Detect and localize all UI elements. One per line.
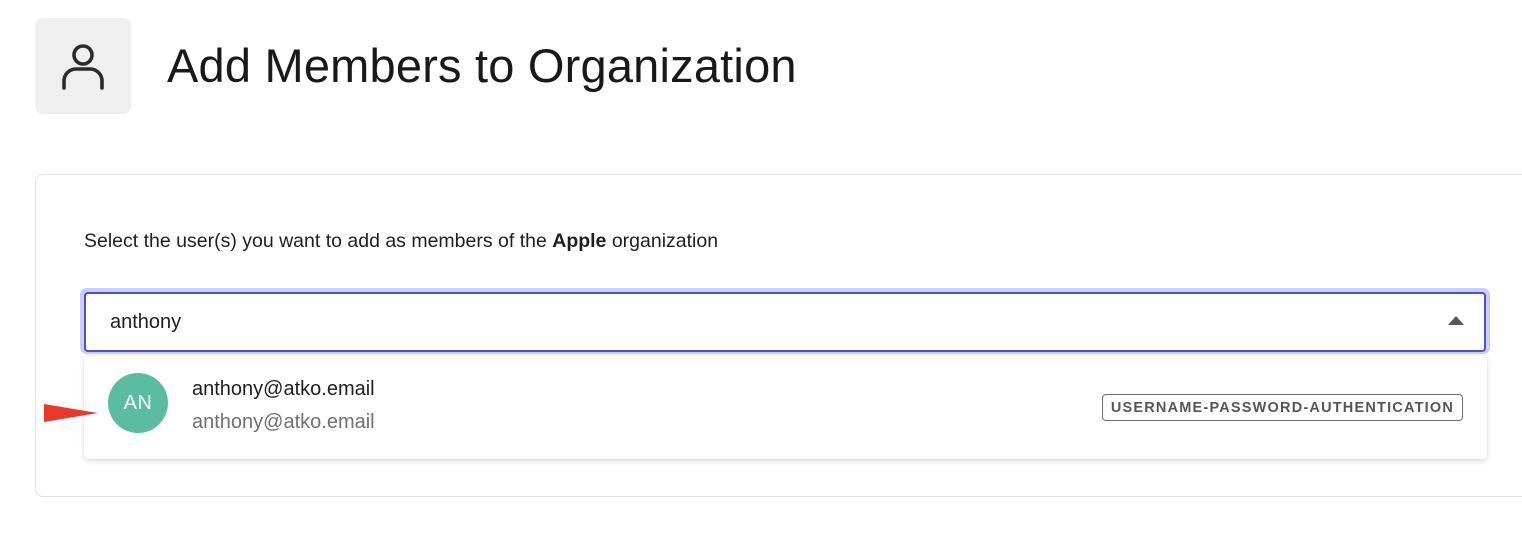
user-email: anthony@atko.email [192,411,375,433]
search-results-dropdown: AN anthony@atko.email anthony@atko.email… [84,356,1487,459]
header-icon-box [35,18,131,114]
instruction-text: Select the user(s) you want to add as me… [84,229,718,253]
user-search-combobox[interactable] [84,292,1486,352]
page: Add Members to Organization Select the u… [0,0,1522,550]
connection-badge: USERNAME-PASSWORD-AUTHENTICATION [1101,394,1463,421]
organization-name: Apple [552,230,607,252]
instruction-prefix: Select the user(s) you want to add as me… [84,230,553,252]
instruction-suffix: organization [606,230,719,252]
caret-up-icon[interactable] [1448,316,1464,325]
user-search-input[interactable] [110,308,1410,336]
pointer-arrow-icon [44,404,98,422]
user-option-anthony[interactable]: AN anthony@atko.email anthony@atko.email… [84,356,1487,459]
user-name: anthony@atko.email [192,378,375,400]
user-icon [62,44,104,90]
avatar: AN [108,373,168,433]
page-title: Add Members to Organization [167,39,797,92]
